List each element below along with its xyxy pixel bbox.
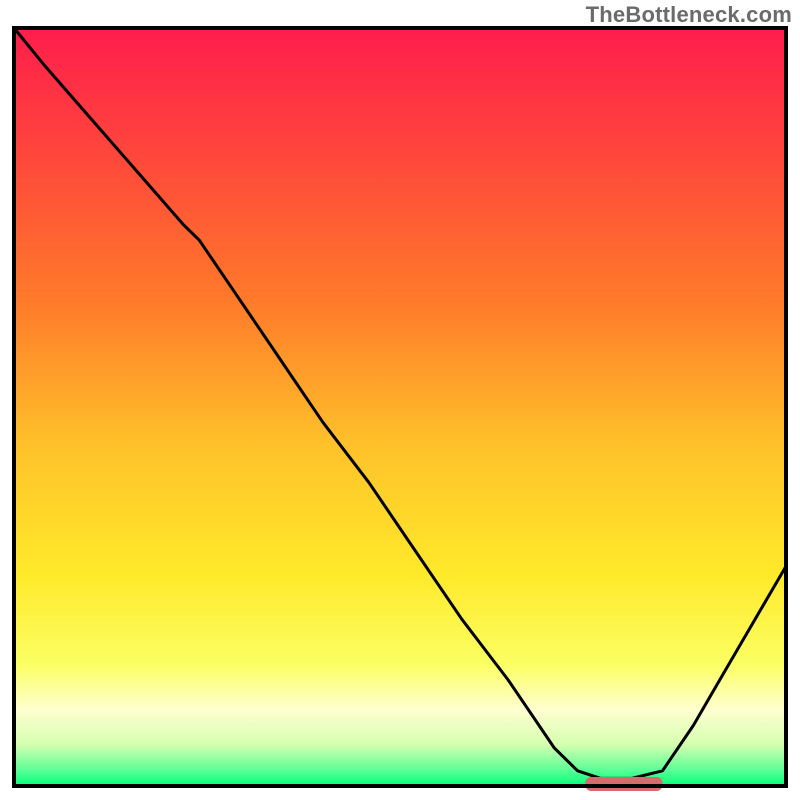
plot-area <box>14 28 786 791</box>
chart-container: TheBottleneck.com <box>0 0 800 800</box>
bottleneck-chart <box>0 0 800 800</box>
gradient-background <box>14 28 786 786</box>
